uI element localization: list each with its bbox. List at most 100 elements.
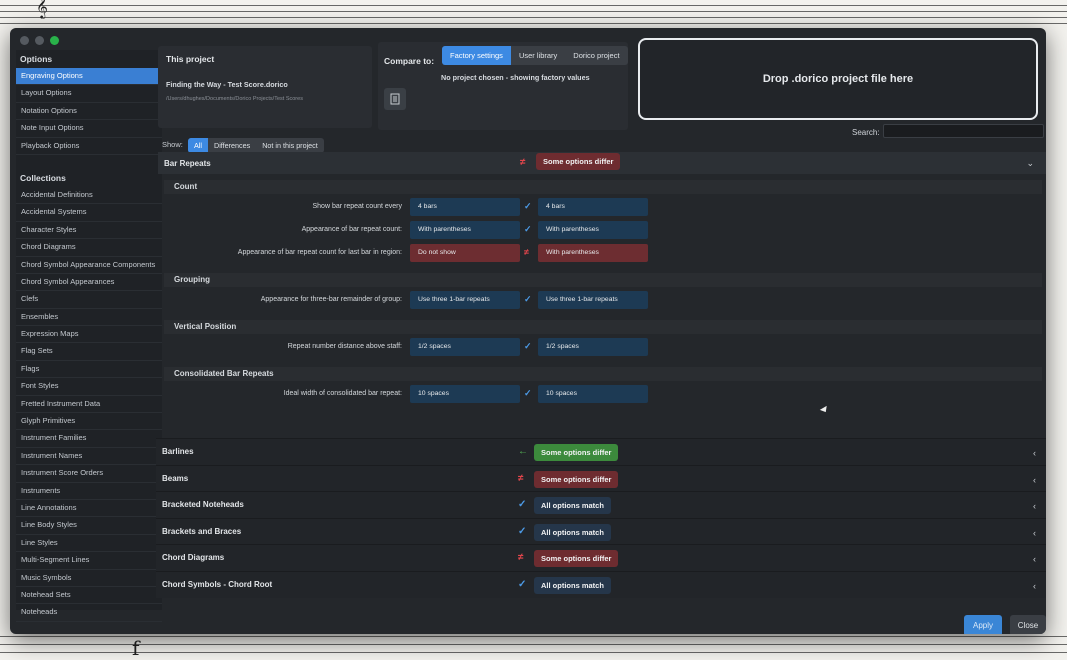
sidebar-collection-item[interactable]: Character Styles bbox=[16, 222, 162, 240]
sidebar-collection-item[interactable]: Clefs bbox=[16, 291, 162, 309]
compare-value: 1/2 spaces bbox=[538, 338, 648, 356]
close-button[interactable]: Close bbox=[1010, 615, 1046, 634]
status-badge: Some options differ bbox=[534, 470, 619, 488]
section-header-bar-repeats[interactable]: Bar Repeats ≠ Some options differ ⌄ bbox=[158, 152, 1046, 174]
section-row[interactable]: Beams ≠ Some options differ ‹ bbox=[156, 464, 1046, 492]
option-label: Appearance of bar repeat count: bbox=[301, 226, 402, 233]
sidebar: Options Engraving Options Layout Options… bbox=[16, 50, 162, 622]
sidebar-collection-item[interactable]: Accidental Definitions bbox=[16, 187, 162, 205]
show-not-in-project[interactable]: Not in this project bbox=[256, 138, 324, 153]
group-header: Consolidated Bar Repeats bbox=[164, 367, 1042, 381]
sidebar-collections-heading: Collections bbox=[20, 172, 66, 183]
section-title: Bar Repeats bbox=[164, 159, 211, 168]
chevron-left-icon[interactable]: ‹ bbox=[1033, 528, 1036, 538]
section-row[interactable]: Barlines ← Some options differ ‹ bbox=[156, 438, 1046, 465]
sidebar-item-engraving-options[interactable]: Engraving Options bbox=[16, 68, 162, 86]
arrow-left-icon: ← bbox=[518, 446, 528, 457]
checkmark-icon: ✓ bbox=[524, 224, 532, 234]
sidebar-collection-item[interactable]: Glyph Primitives bbox=[16, 413, 162, 431]
search-input[interactable] bbox=[883, 124, 1044, 138]
compare-panel: Compare to: Factory settings User librar… bbox=[378, 42, 628, 130]
section-title: Chord Diagrams bbox=[162, 553, 225, 562]
sidebar-collection-item[interactable]: Instrument Families bbox=[16, 430, 162, 448]
sidebar-collection-item[interactable]: Multi-Segment Lines bbox=[16, 552, 162, 570]
sidebar-collection-item[interactable]: Line Styles bbox=[16, 535, 162, 553]
apply-button[interactable]: Apply bbox=[964, 615, 1002, 634]
sidebar-collection-item[interactable]: Notehead Sets bbox=[16, 587, 162, 605]
sidebar-collection-item[interactable]: Expression Maps bbox=[16, 326, 162, 344]
compare-dorico-project[interactable]: Dorico project bbox=[565, 46, 627, 65]
group-header: Count bbox=[164, 180, 1042, 194]
sidebar-collection-item[interactable]: Accidental Systems bbox=[16, 204, 162, 222]
not-equal-icon: ≠ bbox=[520, 157, 526, 168]
section-row[interactable]: Chord Diagrams ≠ Some options differ ‹ bbox=[156, 544, 1046, 571]
sidebar-item-note-input-options[interactable]: Note Input Options bbox=[16, 120, 162, 138]
comparison-list: Bar Repeats ≠ Some options differ ⌄ Coun… bbox=[156, 152, 1046, 622]
chevron-left-icon[interactable]: ‹ bbox=[1033, 554, 1036, 564]
status-badge: All options match bbox=[534, 576, 611, 594]
this-project-heading: This project bbox=[166, 54, 215, 64]
sidebar-collection-item[interactable]: Fretted Instrument Data bbox=[16, 396, 162, 414]
project-path: /Users/dhughes/Documents/Dorico Projects… bbox=[166, 96, 303, 102]
sidebar-collection-item[interactable]: Instruments bbox=[16, 483, 162, 500]
sidebar-collection-item[interactable]: Line Body Styles bbox=[16, 517, 162, 535]
sidebar-collection-item[interactable]: Font Styles bbox=[16, 378, 162, 396]
section-title: Brackets and Braces bbox=[162, 526, 242, 536]
compare-value: 10 spaces bbox=[538, 385, 648, 403]
search-label: Search: bbox=[852, 128, 880, 137]
sidebar-collection-item[interactable]: Music Symbols bbox=[16, 570, 162, 587]
sidebar-collection-item[interactable]: Chord Diagrams bbox=[16, 239, 162, 257]
show-label: Show: bbox=[162, 140, 183, 149]
project-value: Do not show bbox=[410, 244, 520, 262]
compare-label: Compare to: bbox=[384, 56, 435, 66]
sidebar-item-playback-options[interactable]: Playback Options bbox=[16, 138, 162, 155]
checkmark-icon: ✓ bbox=[524, 388, 532, 398]
close-window-icon[interactable] bbox=[20, 36, 29, 45]
compare-status: No project chosen - showing factory valu… bbox=[441, 73, 590, 82]
sidebar-collection-item[interactable]: Instrument Names bbox=[16, 448, 162, 466]
sidebar-collection-item[interactable]: Flag Sets bbox=[16, 343, 162, 361]
compare-factory-settings[interactable]: Factory settings bbox=[442, 46, 511, 65]
project-value: 4 bars bbox=[410, 198, 520, 216]
sidebar-item-layout-options[interactable]: Layout Options bbox=[16, 85, 162, 103]
checkmark-icon: ✓ bbox=[518, 578, 527, 590]
choose-project-button[interactable] bbox=[384, 88, 406, 110]
chevron-down-icon[interactable]: ⌄ bbox=[1026, 158, 1034, 169]
section-row[interactable]: Chord Symbols - Chord Root ✓ All options m… bbox=[156, 570, 1046, 598]
compare-value: With parentheses bbox=[538, 221, 648, 239]
sidebar-collection-item[interactable]: Instrument Score Orders bbox=[16, 465, 162, 483]
library-manager-window: Options Engraving Options Layout Options… bbox=[10, 28, 1046, 634]
group-header: Grouping bbox=[164, 273, 1042, 287]
compare-segmented-control: Factory settings User library Dorico pro… bbox=[442, 46, 628, 65]
staff-line bbox=[0, 636, 1067, 637]
checkmark-icon: ✓ bbox=[518, 499, 527, 510]
sidebar-item-notation-options[interactable]: Notation Options bbox=[16, 103, 162, 121]
sidebar-collection-item[interactable]: Chord Symbol Appearance Components bbox=[16, 257, 162, 274]
chevron-left-icon[interactable]: ‹ bbox=[1033, 475, 1036, 485]
checkmark-icon: ✓ bbox=[524, 201, 532, 211]
drop-zone[interactable]: Drop .dorico project file here bbox=[638, 38, 1038, 120]
section-title: Chord Symbols - Chord Root bbox=[162, 579, 273, 589]
not-equal-icon: ≠ bbox=[518, 472, 524, 484]
sidebar-collection-item[interactable]: Line Annotations bbox=[16, 500, 162, 518]
section-row[interactable]: Brackets and Braces ✓ All options match ‹ bbox=[156, 517, 1046, 545]
minimize-window-icon[interactable] bbox=[35, 36, 44, 45]
not-equal-icon: ≠ bbox=[524, 247, 529, 257]
show-all[interactable]: All bbox=[188, 138, 208, 153]
compare-value: With parentheses bbox=[538, 244, 648, 262]
chevron-left-icon[interactable]: ‹ bbox=[1033, 501, 1036, 511]
sidebar-options-heading: Options bbox=[20, 54, 53, 64]
sidebar-collection-item[interactable]: Flags bbox=[16, 361, 162, 379]
zoom-window-icon[interactable] bbox=[50, 36, 59, 45]
compare-user-library[interactable]: User library bbox=[511, 46, 565, 65]
status-badge: Some options differ bbox=[534, 550, 619, 567]
sidebar-collection-item[interactable]: Ensembles bbox=[16, 309, 162, 327]
chevron-left-icon[interactable]: ‹ bbox=[1033, 581, 1036, 591]
note-glyph: 𝄞 bbox=[36, 0, 48, 18]
section-row[interactable]: Bracketed Noteheads ✓ All options match ‹ bbox=[156, 491, 1046, 518]
chevron-left-icon[interactable]: ‹ bbox=[1033, 448, 1036, 458]
show-differences[interactable]: Differences bbox=[208, 138, 256, 153]
sidebar-collection-item[interactable]: Chord Symbol Appearances bbox=[16, 274, 162, 292]
staff-line bbox=[0, 11, 1067, 12]
sidebar-collection-item[interactable]: Noteheads bbox=[16, 604, 162, 622]
